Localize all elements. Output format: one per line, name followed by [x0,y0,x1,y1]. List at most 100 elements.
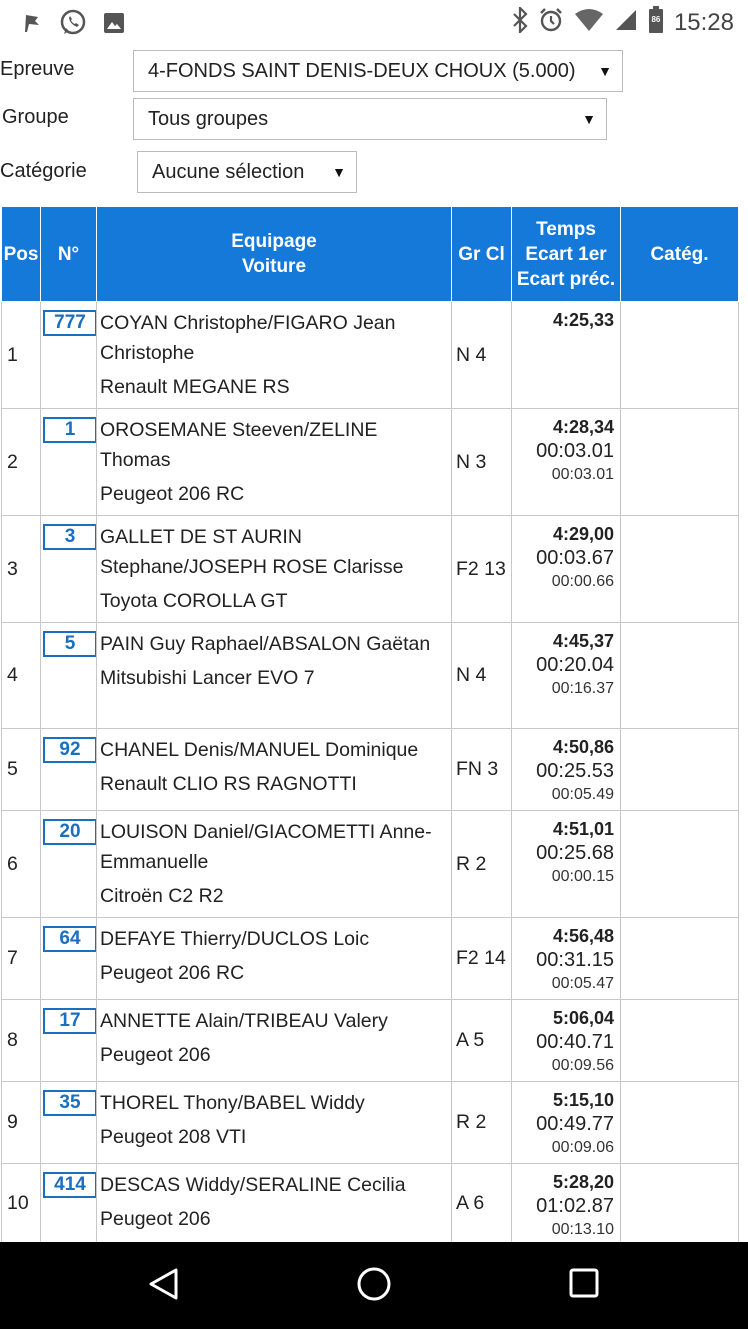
cell-grcl: A 6 [451,1163,512,1244]
car-number-badge[interactable]: 414 [43,1172,97,1198]
table-row[interactable]: 10 414 DESCAS Widdy/SERALINE Cecilia Peugeo… [1,1163,739,1244]
cell-pos: 10 [1,1163,41,1244]
clock: 15:28 [673,8,734,36]
cell-num: 17 [40,999,97,1082]
cell-categ [620,301,739,409]
car-number-badge[interactable]: 20 [43,819,97,845]
cell-categ [620,515,739,623]
signal-icon [614,8,638,37]
car-model: Peugeot 206 RC [100,483,245,505]
car-number-badge[interactable]: 64 [43,926,97,952]
cell-equipage: LOUISON Daniel/GIACOMETTI Anne-Emmanuell… [96,810,452,918]
stage-time: 4:45,37 [552,631,614,651]
car-number-badge[interactable]: 777 [43,310,97,336]
table-row[interactable]: 8 17 ANNETTE Alain/TRIBEAU Valery Peugeot 2… [1,999,739,1082]
cell-grcl: F2 14 [451,917,512,1000]
cell-grcl: R 2 [451,1081,512,1164]
cell-equipage: CHANEL Denis/MANUEL Dominique Renault CLI… [96,728,452,811]
cell-equipage: COYAN Christophe/FIGARO Jean Christophe R… [96,301,452,409]
gap-first: 00:03.67 [536,547,614,569]
cell-pos: 2 [1,408,41,516]
header-num[interactable]: N° [40,206,97,302]
table-row[interactable]: 4 5 PAIN Guy Raphael/ABSALON Gaëtan Mitsubi… [1,622,739,729]
whatsapp-icon [58,8,88,43]
cell-pos: 8 [1,999,41,1082]
recents-icon[interactable] [567,1266,601,1305]
car-number-badge[interactable]: 1 [43,417,97,443]
car-number-badge[interactable]: 3 [43,524,97,550]
header-temps-line3: Ecart préc. [516,268,616,290]
gap-previous: 00:13.10 [551,1221,614,1238]
image-icon [102,11,126,40]
home-icon[interactable] [356,1266,392,1307]
cell-grcl: FN 3 [451,728,512,811]
cell-pos: 7 [1,917,41,1000]
crew-names: THOREL Thony/BABEL Widdy [100,1092,365,1114]
cell-times: 4:56,48 00:31.15 00:05.47 [511,917,621,1000]
groupe-value: Tous groupes [148,107,269,130]
header-temps[interactable]: Temps Ecart 1er Ecart préc. [511,206,621,302]
gap-previous: 00:00.15 [551,868,614,885]
cell-grcl: A 5 [451,999,512,1082]
stage-time: 4:25,33 [552,310,614,330]
bluetooth-icon [512,5,528,38]
cell-num: 35 [40,1081,97,1164]
battery-icon: 86 [648,6,664,39]
stage-time: 4:56,48 [552,926,614,946]
status-bar: 86 15:28 [0,0,748,44]
cell-equipage: DESCAS Widdy/SERALINE Cecilia Peugeot 206 [96,1163,452,1244]
crew-names: PAIN Guy Raphael/ABSALON Gaëtan [100,633,431,655]
car-model: Renault MEGANE RS [100,376,290,398]
flag-icon [22,12,44,39]
gap-previous: 00:09.06 [551,1139,614,1156]
crew-names: DESCAS Widdy/SERALINE Cecilia [100,1174,406,1196]
table-row[interactable]: 5 92 CHANEL Denis/MANUEL Dominique Renault … [1,728,739,811]
table-row[interactable]: 1 777 COYAN Christophe/FIGARO Jean Christo… [1,301,739,409]
epreuve-select[interactable]: 4-FONDS SAINT DENIS-DEUX CHOUX (5.000) ▼ [133,50,623,92]
cell-categ [620,999,739,1082]
gap-first: 00:49.77 [536,1113,614,1135]
header-grcl[interactable]: Gr Cl [451,206,512,302]
gap-previous: 00:09.56 [551,1057,614,1074]
epreuve-value: 4-FONDS SAINT DENIS-DEUX CHOUX (5.000) [148,59,576,82]
header-equipage[interactable]: Equipage Voiture [96,206,452,302]
header-pos[interactable]: Pos [1,206,41,302]
car-number-badge[interactable]: 35 [43,1090,97,1116]
car-model: Toyota COROLLA GT [100,590,288,612]
dropdown-arrow-icon: ▼ [582,111,596,127]
cell-categ [620,1081,739,1164]
cell-equipage: PAIN Guy Raphael/ABSALON Gaëtan Mitsubish… [96,622,452,729]
header-temps-line2: Ecart 1er [525,243,607,265]
car-number-badge[interactable]: 5 [43,631,97,657]
back-icon[interactable] [146,1266,182,1307]
stage-time: 4:51,01 [552,819,614,839]
cell-times: 5:28,20 01:02.87 00:13.10 [511,1163,621,1244]
table-row[interactable]: 9 35 THOREL Thony/BABEL Widdy Peugeot 208 V… [1,1081,739,1164]
table-row[interactable]: 7 64 DEFAYE Thierry/DUCLOS Loic Peugeot 206… [1,917,739,1000]
header-categ[interactable]: Catég. [620,206,739,302]
table-row[interactable]: 2 1 OROSEMANE Steeven/ZELINE Thomas Peugeot… [1,408,739,516]
categorie-select[interactable]: Aucune sélection ▼ [137,151,357,193]
groupe-label: Groupe [2,106,69,128]
gap-first: 00:31.15 [536,949,614,971]
table-row[interactable]: 3 3 GALLET DE ST AURIN Stephane/JOSEPH ROS… [1,515,739,623]
cell-equipage: THOREL Thony/BABEL Widdy Peugeot 208 VTI [96,1081,452,1164]
gap-previous: 00:05.49 [551,786,614,803]
gap-first: 00:20.04 [536,654,614,676]
cell-categ [620,810,739,918]
cell-times: 4:25,33 [511,301,621,409]
cell-times: 5:15,10 00:49.77 00:09.06 [511,1081,621,1164]
categorie-value: Aucune sélection [152,160,305,183]
car-model: Peugeot 206 [100,1208,211,1230]
groupe-select[interactable]: Tous groupes ▼ [133,98,607,140]
stage-time: 5:06,04 [552,1008,614,1028]
epreuve-label: Epreuve [0,58,75,80]
cell-num: 3 [40,515,97,623]
crew-names: OROSEMANE Steeven/ZELINE Thomas [100,419,378,471]
cell-grcl: R 2 [451,810,512,918]
table-row[interactable]: 6 20 LOUISON Daniel/GIACOMETTI Anne-Emmanu… [1,810,739,918]
car-number-badge[interactable]: 17 [43,1008,97,1034]
car-number-badge[interactable]: 92 [43,737,97,763]
gap-first: 00:25.68 [536,842,614,864]
cell-equipage: OROSEMANE Steeven/ZELINE Thomas Peugeot 2… [96,408,452,516]
